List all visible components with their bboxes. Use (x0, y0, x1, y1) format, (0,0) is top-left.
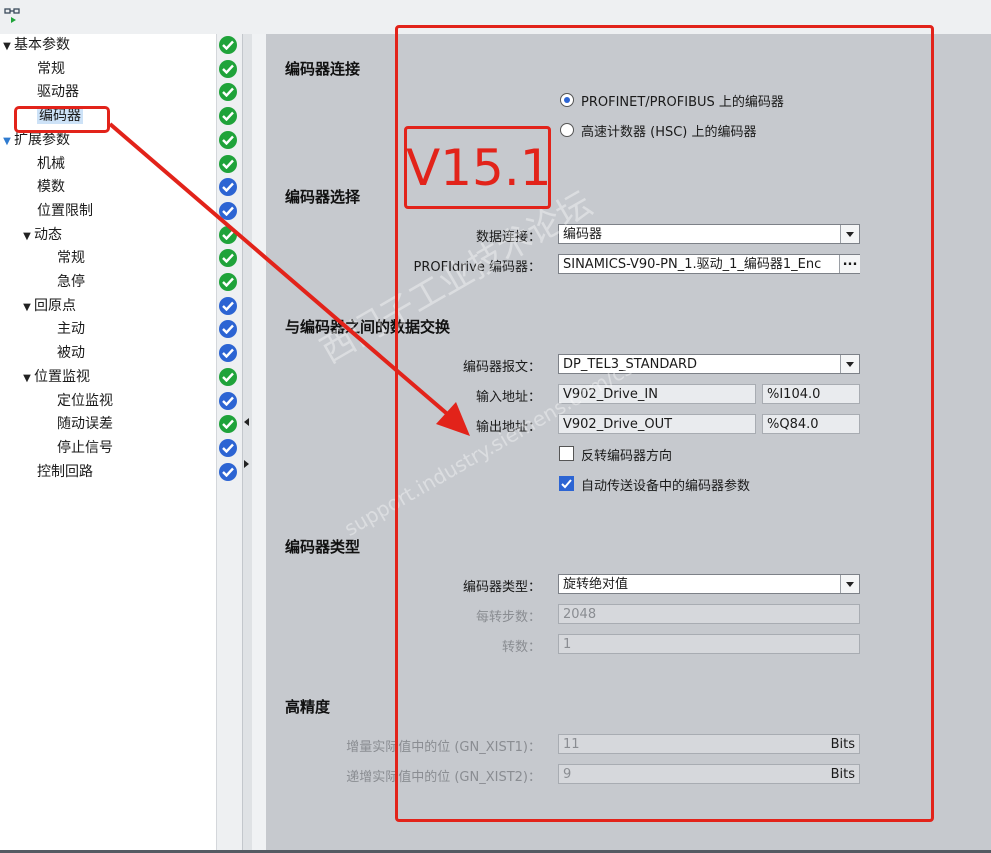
annotation-arrow (108, 122, 470, 436)
